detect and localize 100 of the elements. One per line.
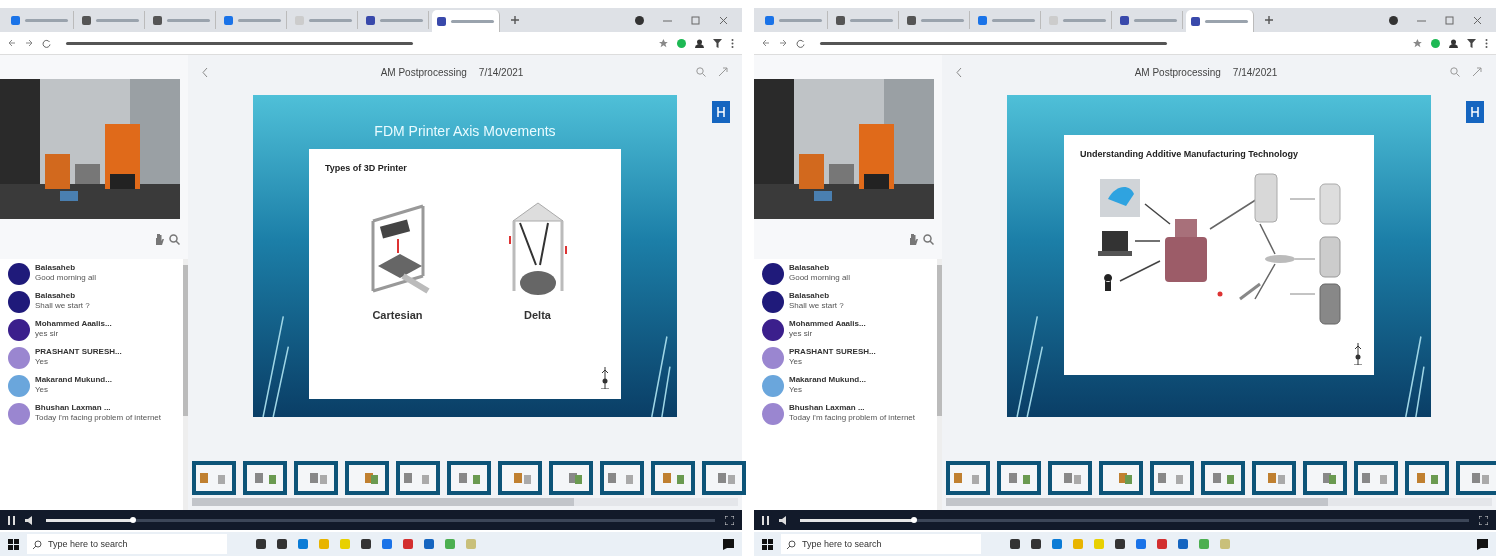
chat-message: Shall we start ? [789, 302, 844, 311]
sender-name: Mohammed Aaalis... [35, 319, 112, 328]
star-icon[interactable] [659, 38, 668, 48]
printer-type-label: Delta [524, 309, 551, 321]
slide-thumbnail[interactable] [498, 461, 542, 495]
slide-thumbnail[interactable] [447, 461, 491, 495]
new-tab-icon[interactable] [511, 16, 519, 24]
slide-thumbnail[interactable] [1201, 461, 1245, 495]
slide-thumbnail[interactable] [1303, 461, 1347, 495]
maximize-icon[interactable] [1445, 15, 1454, 25]
slide-thumbnail[interactable] [1354, 461, 1398, 495]
browser-tab[interactable] [432, 10, 500, 32]
scrollbar[interactable] [183, 259, 188, 510]
chat-message: Today i'm facing problem of internet [789, 414, 916, 423]
favicon-icon [366, 15, 375, 25]
extension-icon[interactable] [677, 38, 686, 48]
slide-thumbnail[interactable] [600, 461, 644, 495]
filter-icon[interactable] [1467, 38, 1476, 48]
close-icon[interactable] [1473, 15, 1482, 25]
slide-thumbnail[interactable] [396, 461, 440, 495]
person-icon[interactable] [695, 38, 704, 48]
hand-icon[interactable] [154, 233, 164, 245]
taskbar-app-icon[interactable] [1114, 538, 1126, 550]
favicon-icon [836, 15, 845, 25]
slide-thumbnail[interactable] [1456, 461, 1496, 495]
forward-icon[interactable] [25, 39, 33, 47]
taskbar-app-icon[interactable] [1030, 538, 1042, 550]
hand-icon[interactable] [908, 233, 918, 245]
menu-icon[interactable] [731, 38, 734, 48]
notification-icon[interactable] [1477, 538, 1488, 550]
chevron-left-icon[interactable] [202, 66, 208, 78]
fullscreen-icon[interactable] [1479, 515, 1488, 525]
taskbar-app-icon[interactable] [360, 538, 372, 550]
taskbar-app-icon[interactable] [1177, 538, 1189, 550]
taskbar-search-field[interactable]: Type here to search [27, 534, 227, 554]
slide-thumbnail[interactable] [1252, 461, 1296, 495]
search-icon[interactable] [169, 233, 180, 245]
profile-icon[interactable] [635, 15, 644, 25]
forward-icon[interactable] [779, 39, 787, 47]
star-icon[interactable] [1413, 38, 1422, 48]
seek-bar[interactable] [46, 518, 715, 522]
taskbar-app-icon[interactable] [1009, 538, 1021, 550]
reload-icon[interactable] [796, 38, 805, 48]
slide-thumbnail[interactable] [549, 461, 593, 495]
back-icon[interactable] [8, 39, 16, 47]
maximize-icon[interactable] [691, 15, 700, 25]
sender-name: Balasaheb [789, 291, 831, 300]
sender-name: Balasaheb [35, 263, 77, 272]
filter-icon[interactable] [713, 38, 722, 48]
slide-heading: Types of 3D Printer [325, 163, 408, 173]
slide-thumbnail[interactable] [1048, 461, 1092, 495]
menu-icon[interactable] [1485, 38, 1488, 48]
seek-handle[interactable] [129, 516, 136, 523]
windows-logo-icon[interactable] [762, 538, 773, 550]
slide-thumbnail[interactable] [345, 461, 389, 495]
close-icon[interactable] [719, 15, 728, 25]
person-icon[interactable] [1449, 38, 1458, 48]
slide-thumbnail[interactable] [946, 461, 990, 495]
new-tab-icon[interactable] [1265, 16, 1273, 24]
slide-thumbnail[interactable] [294, 461, 338, 495]
seek-handle[interactable] [910, 516, 917, 523]
share-icon[interactable] [1472, 67, 1482, 77]
slide-thumbnail[interactable] [1405, 461, 1449, 495]
slide-thumbnail[interactable] [1099, 461, 1143, 495]
favicon-icon [82, 15, 91, 25]
seek-bar[interactable] [800, 518, 1469, 522]
browser-tab[interactable] [1186, 10, 1254, 32]
slide-thumbnail[interactable] [192, 461, 236, 495]
scrollbar[interactable] [937, 259, 942, 510]
pause-icon[interactable] [8, 515, 15, 525]
taskbar-app-icon[interactable] [276, 538, 288, 550]
layout-button[interactable] [712, 101, 730, 123]
profile-icon[interactable] [1389, 15, 1398, 25]
slide-thumbnail[interactable] [1150, 461, 1194, 495]
pause-icon[interactable] [762, 515, 769, 525]
taskbar-app-icon[interactable] [423, 538, 435, 550]
taskbar-app-icon[interactable] [255, 538, 267, 550]
sender-name: Makarand Mukund... [35, 375, 112, 384]
extension-icon[interactable] [1431, 38, 1440, 48]
favicon-icon [1191, 16, 1200, 26]
scrollbar[interactable] [946, 498, 1492, 506]
slide-thumbnail[interactable] [243, 461, 287, 495]
search-icon[interactable] [923, 233, 934, 245]
share-icon[interactable] [718, 67, 728, 77]
favicon-icon [1120, 15, 1129, 25]
slide-thumbnail[interactable] [651, 461, 695, 495]
chevron-left-icon[interactable] [956, 66, 962, 78]
reload-icon[interactable] [42, 38, 51, 48]
slide-thumbnail[interactable] [997, 461, 1041, 495]
slide-thumbnail[interactable] [702, 461, 746, 495]
favicon-icon [295, 15, 304, 25]
notification-icon[interactable] [723, 538, 734, 550]
chat-message: Good morning all [35, 274, 96, 283]
scrollbar[interactable] [192, 498, 738, 506]
windows-logo-icon[interactable] [8, 538, 19, 550]
sender-name: Mohammed Aaalis... [789, 319, 866, 328]
layout-button[interactable] [1466, 101, 1484, 123]
taskbar-search-field[interactable]: Type here to search [781, 534, 981, 554]
fullscreen-icon[interactable] [725, 515, 734, 525]
back-icon[interactable] [762, 39, 770, 47]
